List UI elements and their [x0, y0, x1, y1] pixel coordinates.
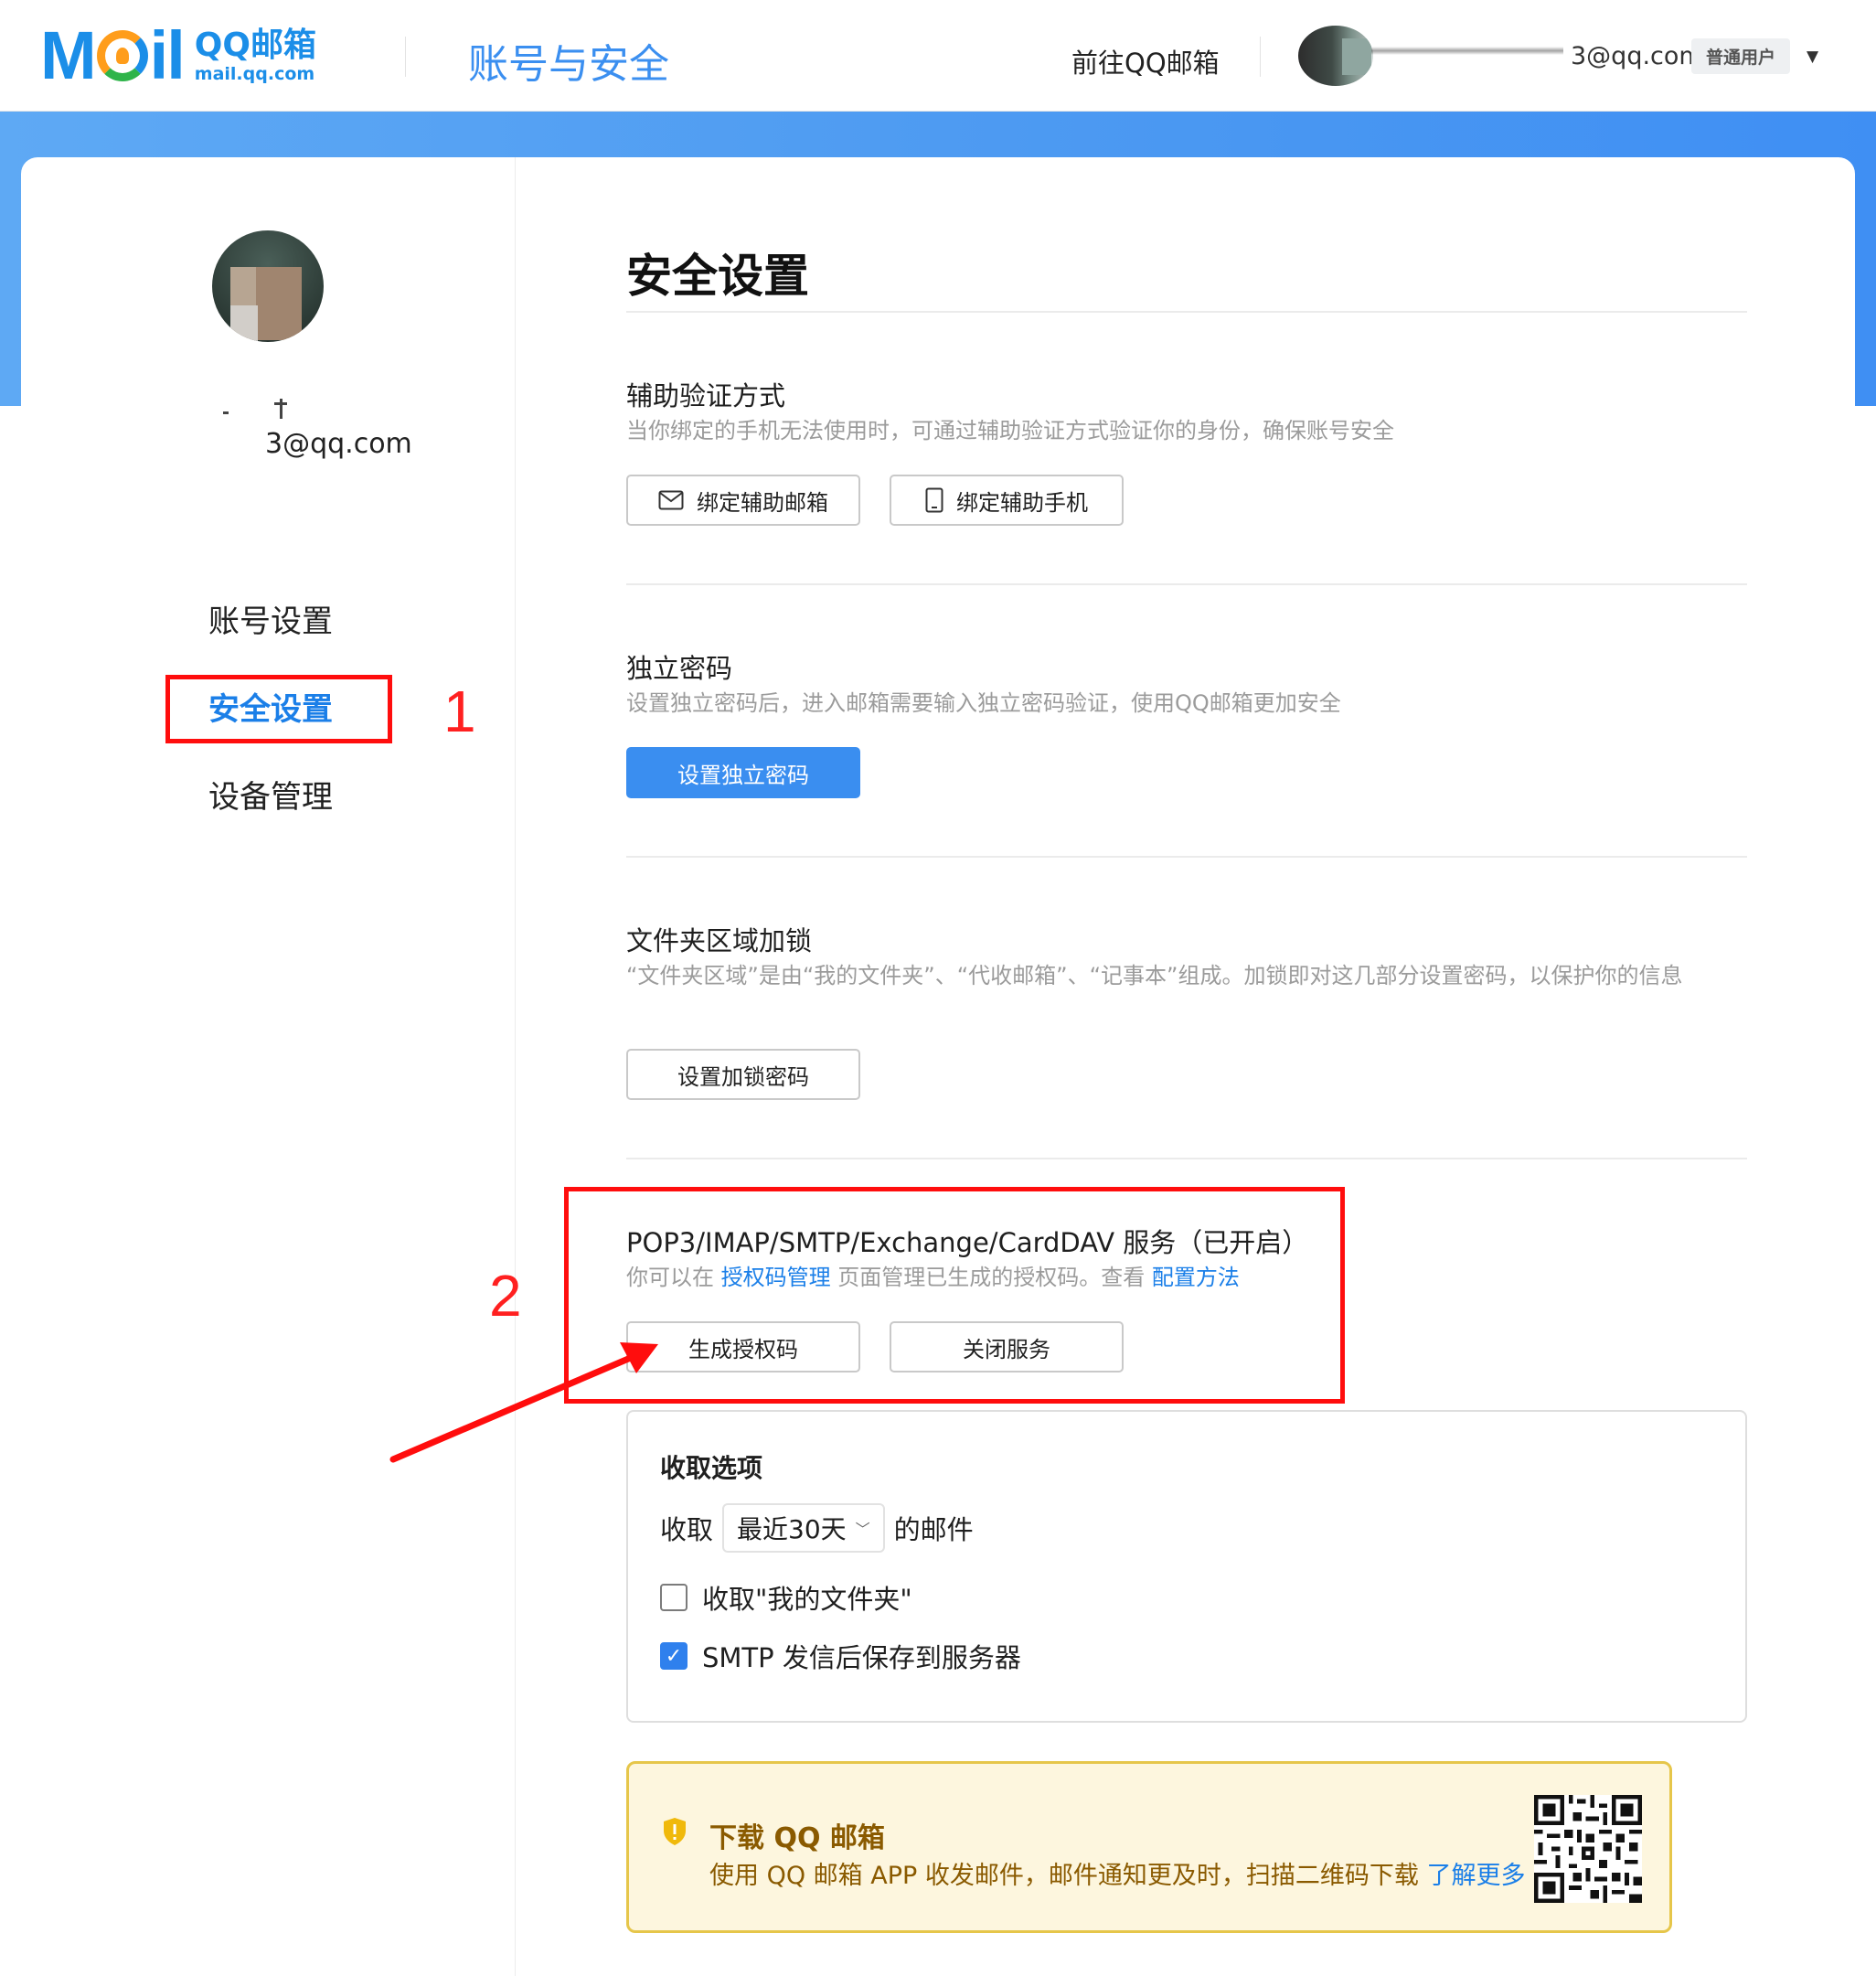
logo-domain: mail.qq.com	[194, 63, 315, 84]
logo-o-icon	[96, 30, 148, 81]
receive-range-select[interactable]: 最近30天 ﹀	[722, 1503, 885, 1553]
my-folders-checkbox[interactable]	[660, 1584, 688, 1611]
receive-range-row: 收取 最近30天 ﹀ 的邮件	[660, 1503, 974, 1553]
folder-lock-desc: “文件夹区域”是由“我的文件夹”、“代收邮箱”、“记事本”组成。加锁即对这几部分…	[626, 963, 1683, 988]
my-folders-option[interactable]: 收取"我的文件夹"	[660, 1578, 912, 1617]
logo-letter-m: M	[40, 17, 97, 93]
header-divider	[405, 37, 406, 77]
independent-password-desc: 设置独立密码后，进入邮箱需要输入独立密码验证，使用QQ邮箱更加安全	[626, 690, 1341, 716]
aux-verify-title: 辅助验证方式	[626, 380, 786, 411]
avatar-pixel	[230, 305, 258, 342]
receive-options-title: 收取选项	[660, 1453, 763, 1483]
sidebar-avatar	[212, 230, 324, 342]
bind-aux-email-label: 绑定辅助邮箱	[697, 489, 828, 516]
download-desc: 使用 QQ 邮箱 APP 收发邮件，邮件通知更及时，扫描二维码下载 了解更多	[709, 1855, 1525, 1891]
chevron-down-icon: ﹀	[855, 1521, 870, 1538]
avatar-pixel	[256, 267, 302, 340]
redacted-nickname	[221, 391, 313, 419]
qq-mail-logo[interactable]: M il QQ邮箱 mail.qq.com	[40, 17, 316, 93]
annotation-box-1	[165, 675, 392, 743]
annotation-box-2	[564, 1187, 1345, 1404]
divider	[626, 583, 1747, 585]
smtp-save-checkbox[interactable]: ✓	[660, 1642, 688, 1670]
logo-text: QQ邮箱 mail.qq.com	[194, 26, 316, 84]
user-menu-caret-icon[interactable]: ▼	[1807, 48, 1818, 66]
sidebar-divider	[515, 157, 516, 1976]
set-lock-password-button[interactable]: 设置加锁密码	[626, 1049, 860, 1100]
independent-password-title: 独立密码	[626, 653, 733, 684]
page-heading: 账号与安全	[468, 41, 669, 88]
smtp-save-option[interactable]: ✓ SMTP 发信后保存到服务器	[660, 1637, 1021, 1675]
sidebar-item-device-management[interactable]: 设备管理	[208, 772, 333, 817]
divider	[626, 311, 1747, 313]
smtp-save-label: SMTP 发信后保存到服务器	[702, 1642, 1021, 1673]
sidebar-item-account-settings[interactable]: 账号设置	[208, 596, 333, 641]
divider	[626, 1158, 1747, 1159]
my-folders-label: 收取"我的文件夹"	[702, 1584, 912, 1615]
receive-range-value: 最近30天	[737, 1514, 847, 1544]
page-title: 安全设置	[626, 250, 809, 303]
folder-lock-title: 文件夹区域加锁	[626, 925, 813, 956]
download-title: 下载 QQ 邮箱	[709, 1822, 885, 1854]
annotation-number-1: 1	[443, 678, 476, 744]
sidebar-email: 3@qq.com	[265, 428, 412, 460]
bind-aux-phone-label: 绑定辅助手机	[956, 489, 1088, 516]
phone-icon	[925, 487, 943, 513]
learn-more-link[interactable]: 了解更多	[1426, 1862, 1525, 1890]
receive-options-panel: 收取选项 收取 最近30天 ﹀ 的邮件 收取"我的文件夹" ✓ SMTP 发信后…	[626, 1410, 1747, 1723]
aux-verify-desc: 当你绑定的手机无法使用时，可通过辅助验证方式验证你的身份，确保账号安全	[626, 418, 1394, 443]
bind-aux-phone-button[interactable]: 绑定辅助手机	[890, 475, 1124, 526]
top-header: M il QQ邮箱 mail.qq.com 账号与安全 前往QQ邮箱 3@qq.…	[0, 0, 1876, 112]
goto-qq-mail-link[interactable]: 前往QQ邮箱	[1071, 42, 1220, 80]
qr-code	[1534, 1795, 1642, 1903]
redacted-nickname	[1371, 38, 1563, 66]
receive-prefix: 收取	[660, 1514, 714, 1545]
divider	[626, 856, 1747, 858]
logo-letters-il: il	[149, 17, 186, 93]
set-independent-password-button[interactable]: 设置独立密码	[626, 747, 860, 798]
download-app-banner: 下载 QQ 邮箱 使用 QQ 邮箱 APP 收发邮件，邮件通知更及时，扫描二维码…	[626, 1761, 1672, 1933]
shield-warning-icon	[664, 1818, 686, 1845]
header-divider	[1260, 37, 1261, 77]
bind-aux-email-button[interactable]: 绑定辅助邮箱	[626, 475, 860, 526]
receive-suffix: 的邮件	[893, 1514, 974, 1545]
avatar-blur	[1342, 38, 1373, 75]
download-desc-text: 使用 QQ 邮箱 APP 收发邮件，邮件通知更及时，扫描二维码下载	[709, 1862, 1419, 1890]
user-avatar[interactable]	[1298, 26, 1373, 86]
user-type-badge: 普通用户	[1691, 38, 1791, 74]
logo-cn: QQ邮箱	[194, 26, 316, 64]
user-email: 3@qq.com	[1571, 42, 1703, 70]
mail-icon	[658, 490, 684, 510]
annotation-number-2: 2	[489, 1263, 522, 1329]
